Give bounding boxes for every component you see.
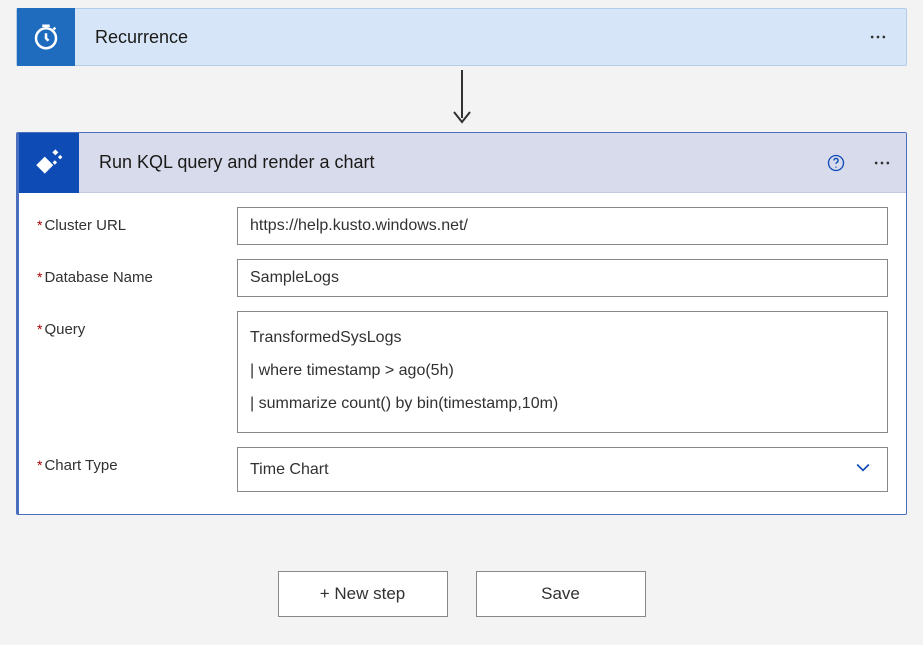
help-icon[interactable] [814,153,858,173]
save-button[interactable]: Save [476,571,646,617]
cluster-url-input[interactable] [237,207,888,245]
chart-type-value: Time Chart [250,461,329,479]
connector-arrow [16,66,907,132]
query-input[interactable]: TransformedSysLogs | where timestamp > a… [237,311,888,433]
database-name-label: *Database Name [37,259,237,286]
action-more-menu[interactable] [858,153,906,173]
action-header[interactable]: Run KQL query and render a chart [19,133,906,193]
trigger-more-menu[interactable] [850,27,906,47]
logic-app-designer-canvas: Recurrence Run KQL que [0,0,923,645]
cluster-url-label: *Cluster URL [37,207,237,234]
action-title: Run KQL query and render a chart [79,152,814,173]
chart-type-label: *Chart Type [37,447,237,474]
kusto-icon [19,133,79,193]
field-row-cluster-url: *Cluster URL [37,207,888,245]
chevron-down-icon [853,457,873,482]
action-card-kql: Run KQL query and render a chart *Cluste… [16,132,907,515]
database-name-input[interactable] [237,259,888,297]
field-row-query: *Query TransformedSysLogs | where timest… [37,311,888,433]
field-row-database-name: *Database Name [37,259,888,297]
action-form: *Cluster URL *Database Name *Query Trans… [19,193,906,514]
new-step-button[interactable]: + New step [278,571,448,617]
field-row-chart-type: *Chart Type Time Chart [37,447,888,492]
chart-type-select[interactable]: Time Chart [237,447,888,492]
trigger-title: Recurrence [75,27,850,48]
designer-actions: + New step Save [16,571,907,617]
recurrence-icon [17,8,75,66]
query-label: *Query [37,311,237,338]
trigger-card-recurrence[interactable]: Recurrence [16,8,907,66]
